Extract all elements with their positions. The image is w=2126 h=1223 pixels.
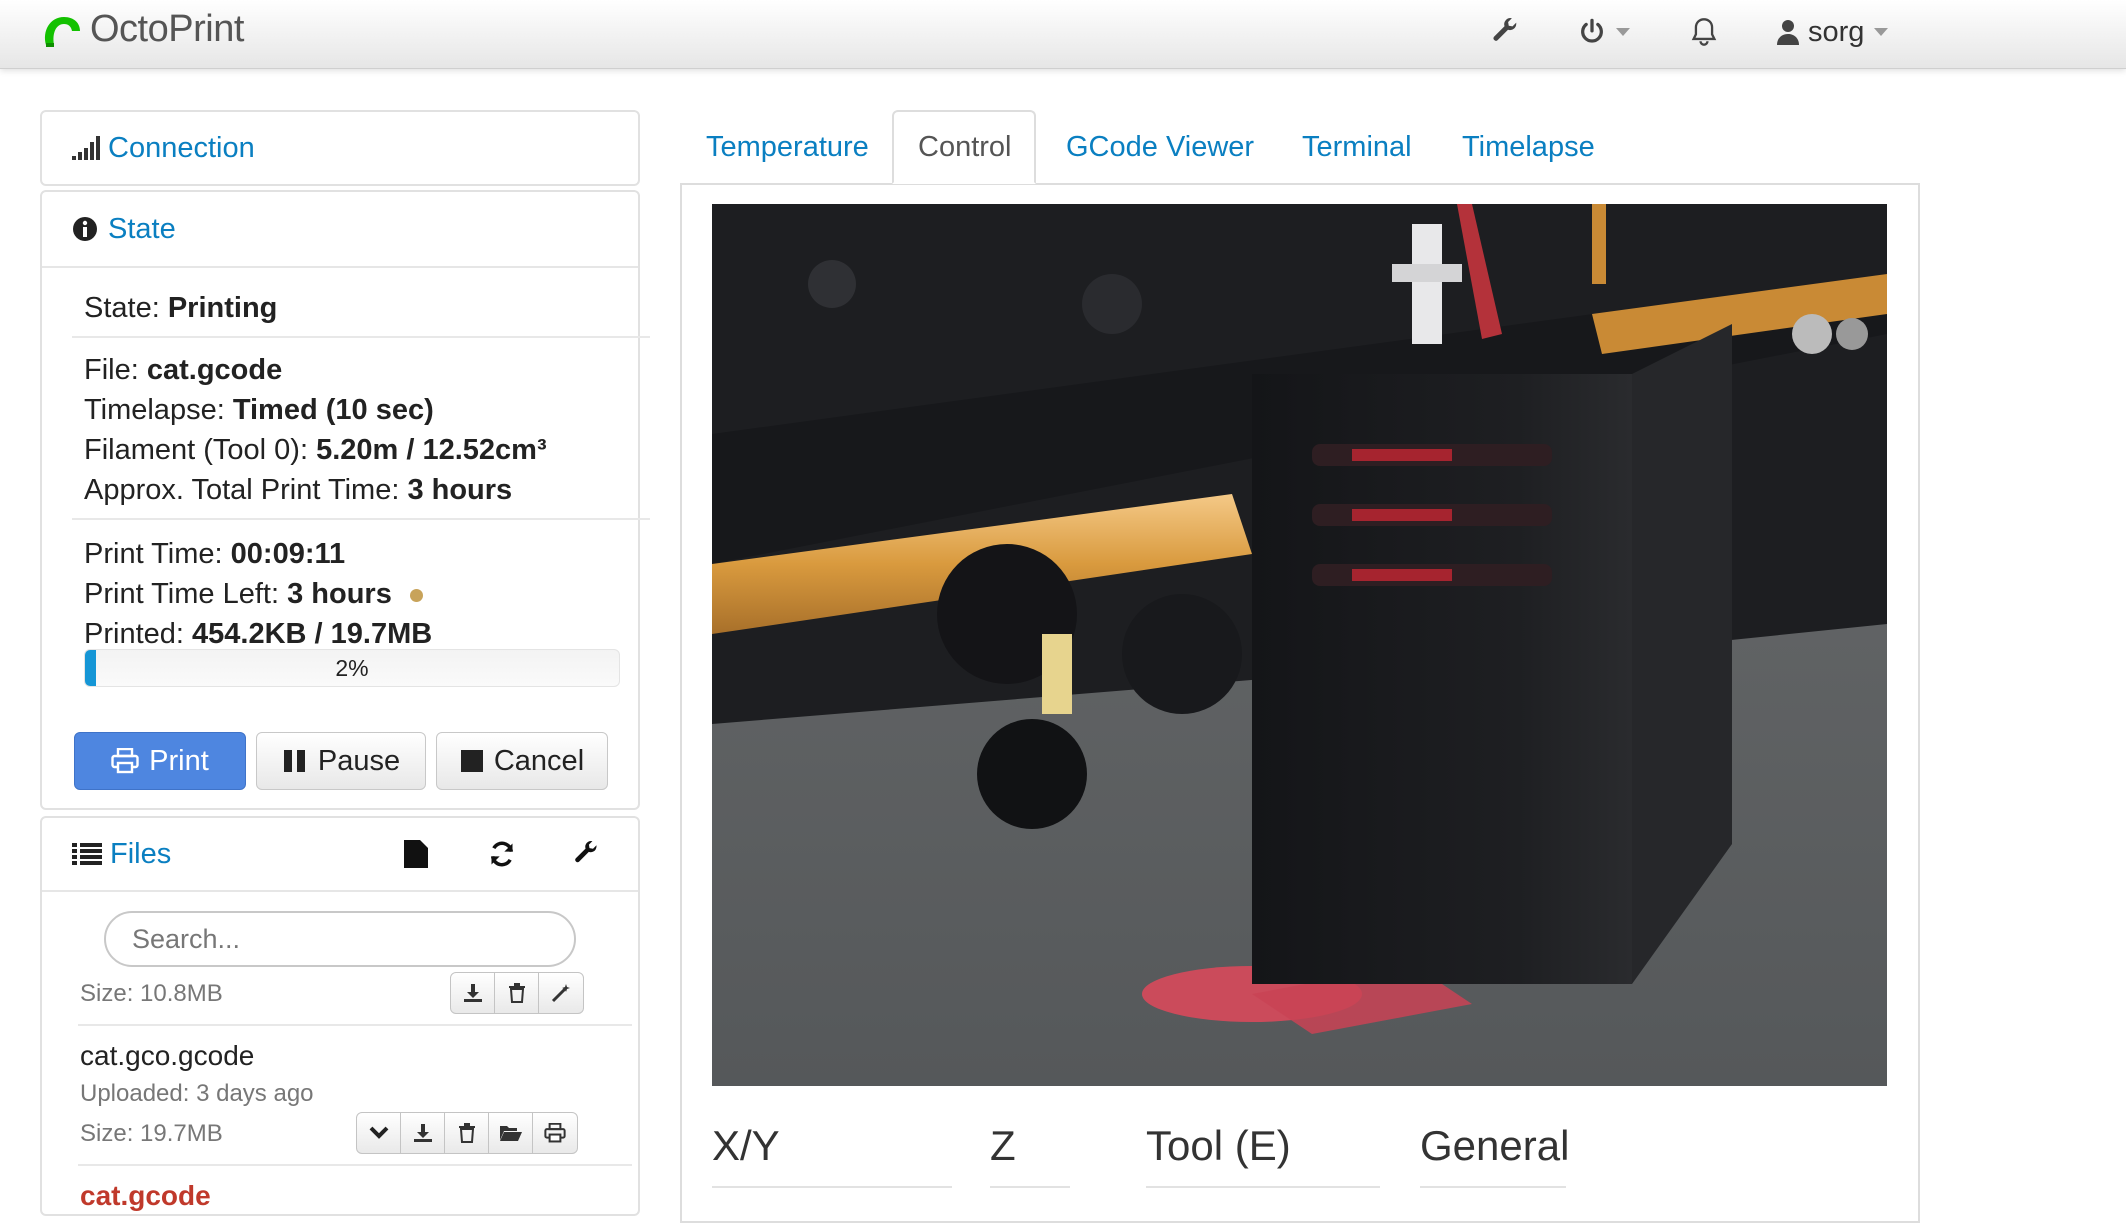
notifications-button[interactable] xyxy=(1690,10,1718,54)
file-name-active[interactable]: cat.gcode xyxy=(80,1180,211,1212)
pause-label: Pause xyxy=(317,744,401,777)
download-icon xyxy=(463,984,482,1002)
trash-icon xyxy=(508,983,525,1003)
tab-terminal[interactable]: Terminal xyxy=(1302,110,1412,184)
file-line: File: cat.gcode xyxy=(84,354,283,386)
tab-timelapse[interactable]: Timelapse xyxy=(1462,110,1595,184)
tab-control[interactable]: Control xyxy=(892,110,1036,184)
section-general-title: General xyxy=(1420,1122,1570,1169)
timelapse-line: Timelapse: Timed (10 sec) xyxy=(84,394,434,426)
file-size: Size: 10.8MB xyxy=(80,980,223,1007)
printer-icon xyxy=(111,748,139,774)
folder-open-icon xyxy=(499,1126,522,1141)
estimate-dot-icon xyxy=(409,588,423,602)
file-name[interactable]: cat.gco.gcode xyxy=(80,1040,254,1072)
section-tool-title: Tool (E) xyxy=(1146,1122,1291,1169)
divider xyxy=(78,1024,632,1026)
brand[interactable]: OctoPrint xyxy=(40,8,244,51)
delete-button[interactable] xyxy=(445,1113,489,1153)
wrench-icon[interactable] xyxy=(572,840,600,868)
system-menu-button[interactable] xyxy=(1578,10,1630,54)
wrench-icon xyxy=(1493,18,1517,41)
download-icon xyxy=(413,1124,432,1142)
power-icon xyxy=(1581,18,1603,43)
files-header: Files xyxy=(42,818,638,892)
stop-icon xyxy=(460,750,483,772)
state-line: State: Printing xyxy=(84,292,278,324)
user-menu-button[interactable]: sorg xyxy=(1776,10,1889,54)
download-button[interactable] xyxy=(401,1113,445,1153)
filament-line: Filament (Tool 0): 5.20m / 12.52cm³ xyxy=(84,434,547,466)
octoprint-logo-icon xyxy=(44,16,80,47)
expand-button[interactable] xyxy=(357,1113,401,1153)
file-actions xyxy=(450,972,584,1014)
cancel-label: Cancel xyxy=(493,744,585,777)
section-xy-title: X/Y xyxy=(712,1122,780,1169)
slice-button[interactable] xyxy=(539,973,583,1013)
files-title-link[interactable]: Files xyxy=(72,838,171,871)
divider xyxy=(72,518,650,520)
chevron-down-icon xyxy=(1616,28,1630,36)
divider xyxy=(712,1186,952,1188)
files-panel: Files Size: 10.8MB cat.gco.gcode Uploade… xyxy=(40,816,640,1216)
print-progress-bar: 2% xyxy=(84,649,620,687)
tab-gcode-viewer[interactable]: GCode Viewer xyxy=(1066,110,1254,184)
state-header[interactable]: State xyxy=(42,192,638,268)
chevron-down-icon xyxy=(1874,28,1889,36)
print-file-button[interactable] xyxy=(533,1113,577,1153)
divider xyxy=(72,336,650,338)
delete-button[interactable] xyxy=(495,973,539,1013)
divider xyxy=(78,1164,632,1166)
progress-text: 2% xyxy=(335,655,369,681)
pause-button[interactable]: Pause xyxy=(256,732,426,790)
signal-icon xyxy=(72,136,100,160)
state-panel: State State: Printing File: cat.gcode Ti… xyxy=(40,190,650,810)
download-button[interactable] xyxy=(451,973,495,1013)
print-label: Print xyxy=(149,744,209,777)
file-size: Size: 19.7MB xyxy=(80,1120,223,1147)
username: sorg xyxy=(1808,15,1865,48)
load-button[interactable] xyxy=(489,1113,533,1153)
print-time-line: Print Time: 00:09:11 xyxy=(84,538,346,570)
tab-temperature[interactable]: Temperature xyxy=(706,110,869,184)
printed-line: Printed: 454.2KB / 19.7MB xyxy=(84,618,433,650)
state-title: State xyxy=(108,212,176,245)
files-search-input[interactable] xyxy=(104,911,576,967)
printer-icon xyxy=(544,1123,566,1143)
user-icon xyxy=(1777,20,1799,45)
chevron-down-icon xyxy=(369,1126,388,1139)
info-circle-icon xyxy=(73,217,97,241)
bell-icon xyxy=(1691,18,1717,46)
connection-panel: Connection xyxy=(40,110,640,186)
files-title: Files xyxy=(110,837,172,870)
approx-time-line: Approx. Total Print Time: 3 hours xyxy=(84,474,513,506)
settings-button[interactable] xyxy=(1490,10,1520,54)
file-actions xyxy=(356,1112,578,1154)
trash-icon xyxy=(458,1123,475,1143)
magic-wand-icon xyxy=(551,984,570,1003)
list-icon xyxy=(72,843,102,865)
time-left-line: Print Time Left: 3 hours xyxy=(84,578,423,611)
divider xyxy=(1146,1186,1380,1188)
cancel-button[interactable]: Cancel xyxy=(436,732,608,790)
divider xyxy=(990,1186,1070,1188)
connection-header[interactable]: Connection xyxy=(42,112,638,184)
connection-title: Connection xyxy=(108,131,255,164)
file-upload-icon[interactable] xyxy=(404,840,428,868)
divider xyxy=(1420,1186,1566,1188)
webcam-stream xyxy=(712,204,1887,1086)
print-button[interactable]: Print xyxy=(74,732,246,790)
refresh-icon[interactable] xyxy=(488,840,516,868)
section-z-title: Z xyxy=(990,1122,1016,1169)
pause-icon xyxy=(283,750,305,772)
brand-name: OctoPrint xyxy=(90,8,244,50)
file-uploaded: Uploaded: 3 days ago xyxy=(80,1080,314,1107)
navbar: OctoPrint sorg xyxy=(0,0,2126,69)
webcam-image xyxy=(712,204,1887,1086)
